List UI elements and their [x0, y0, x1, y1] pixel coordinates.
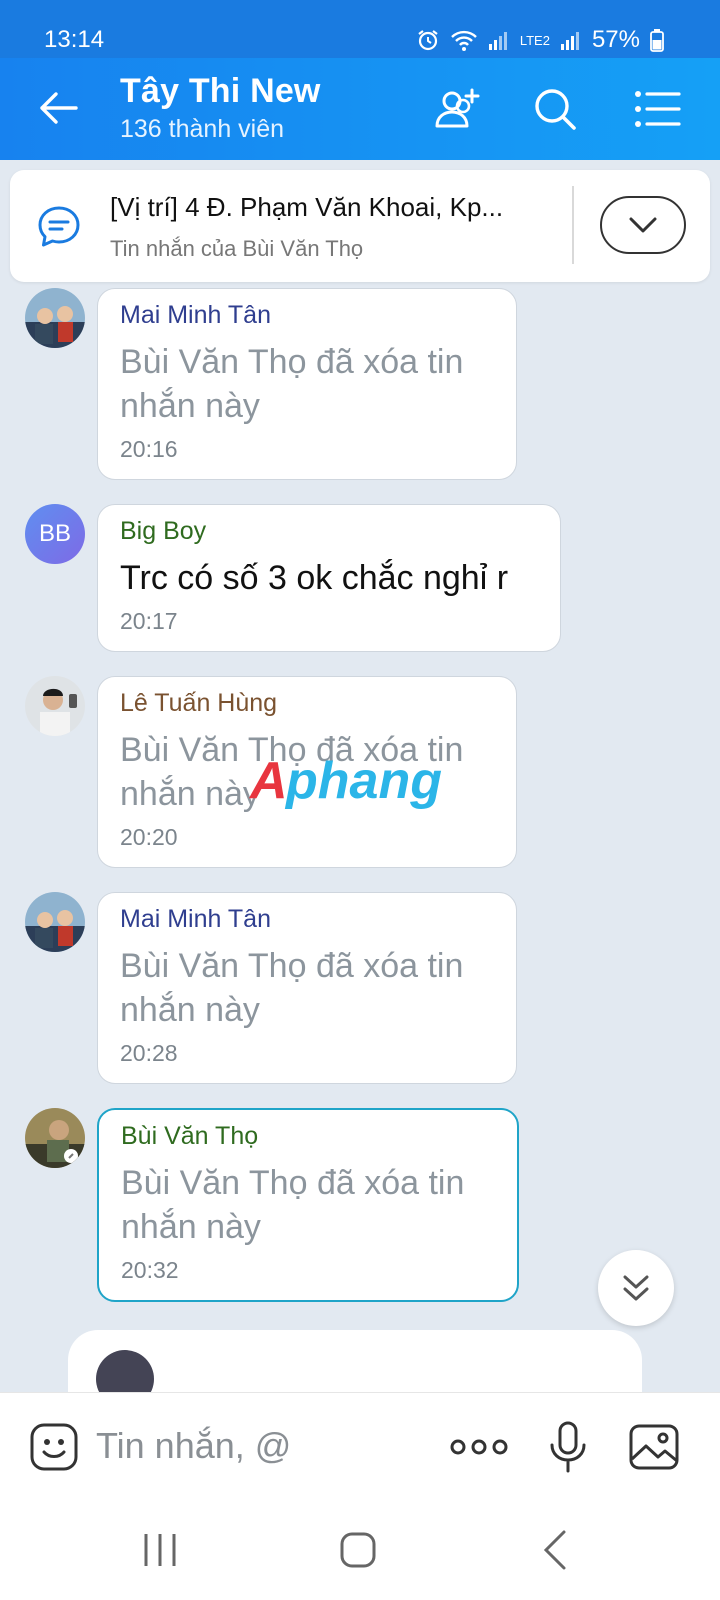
avatar-photo — [25, 288, 85, 348]
sender-name[interactable]: Mai Minh Tân — [120, 301, 496, 330]
double-chevron-down-icon — [623, 1275, 649, 1301]
sender-name[interactable]: Lê Tuấn Hùng — [120, 689, 496, 718]
search-icon[interactable] — [530, 84, 580, 134]
wifi-icon — [450, 30, 477, 51]
message-text: Trc có số 3 ok chắc nghỉ r — [120, 559, 509, 597]
avatar[interactable]: BB — [25, 504, 85, 564]
signal-icon — [488, 32, 507, 50]
add-member-icon[interactable] — [432, 84, 482, 134]
chevron-down-icon — [629, 217, 657, 233]
status-bar: 13:14 LTE2 57% — [0, 0, 720, 58]
sticker-emoji-icon[interactable] — [28, 1421, 80, 1473]
avatar[interactable] — [25, 1108, 85, 1168]
avatar-photo — [25, 1108, 85, 1168]
system-nav-bar — [0, 1498, 720, 1600]
message-time: 20:20 — [120, 824, 178, 850]
chat-bubble-icon — [38, 206, 80, 247]
group-title[interactable]: Tây Thi New — [120, 72, 321, 111]
home-icon[interactable] — [336, 1528, 380, 1572]
battery-percent: 57% — [591, 26, 640, 53]
member-count[interactable]: 136 thành viên — [120, 115, 284, 144]
pinned-title: [Vị trí] 4 Đ. Phạm Văn Khoai, Kp... — [110, 192, 504, 222]
avatar[interactable] — [25, 892, 85, 952]
message-time: 20:32 — [121, 1257, 179, 1283]
avatar-photo — [25, 676, 85, 736]
svg-text:phang: phang — [284, 752, 442, 810]
sender-name[interactable]: Mai Minh Tân — [120, 905, 496, 934]
watermark-logo: A phang — [248, 752, 442, 810]
message-time: 20:16 — [120, 436, 178, 462]
more-options-icon[interactable] — [450, 1421, 508, 1473]
pinned-message[interactable]: [Vị trí] 4 Đ. Phạm Văn Khoai, Kp... Tin … — [10, 170, 710, 282]
message-composer — [0, 1392, 720, 1498]
message-time: 20:17 — [120, 608, 178, 634]
back-arrow-icon[interactable] — [36, 86, 80, 130]
message-bubble[interactable]: Mai Minh Tân Bùi Văn Thọ đã xóa tin nhắn… — [97, 288, 517, 480]
avatar-photo — [25, 892, 85, 952]
avatar[interactable] — [25, 288, 85, 348]
svg-text:A: A — [248, 752, 288, 810]
message-time: 20:28 — [120, 1040, 178, 1066]
message-bubble[interactable]: Big Boy Trc có số 3 ok chắc nghỉ r 20:17 — [97, 504, 561, 652]
expand-pinned-button[interactable] — [600, 196, 686, 254]
message-text: Bùi Văn Thọ đã xóa tin nhắn này — [120, 947, 464, 1029]
menu-list-icon[interactable] — [632, 84, 682, 134]
message-text: Bùi Văn Thọ đã xóa tin nhắn này — [120, 343, 464, 425]
scroll-to-bottom-button[interactable] — [598, 1250, 674, 1326]
sender-name[interactable]: Big Boy — [120, 517, 540, 546]
message-text: Bùi Văn Thọ đã xóa tin nhắn này — [121, 1164, 465, 1246]
pinned-subtitle: Tin nhắn của Bùi Văn Thọ — [110, 236, 364, 261]
sender-name[interactable]: Bùi Văn Thọ — [121, 1122, 497, 1151]
status-icons: LTE2 57% — [416, 26, 664, 54]
signal-2-icon — [560, 32, 579, 50]
avatar[interactable] — [25, 676, 85, 736]
message-bubble[interactable]: Mai Minh Tân Bùi Văn Thọ đã xóa tin nhắn… — [97, 892, 517, 1084]
message-bubble-partial[interactable] — [68, 1330, 642, 1400]
status-time: 13:14 — [44, 26, 105, 53]
pinned-divider — [572, 186, 574, 264]
alarm-icon — [418, 30, 438, 51]
message-input[interactable] — [96, 1417, 426, 1475]
chat-header: Tây Thi New 136 thành viên — [0, 58, 720, 160]
network-label: LTE2 — [519, 32, 550, 48]
message-bubble[interactable]: Bùi Văn Thọ Bùi Văn Thọ đã xóa tin nhắn … — [97, 1108, 519, 1302]
recent-apps-icon[interactable] — [138, 1528, 182, 1572]
image-gallery-icon[interactable] — [628, 1421, 680, 1473]
battery-icon — [650, 29, 664, 52]
microphone-icon[interactable] — [546, 1421, 590, 1473]
back-nav-icon[interactable] — [534, 1528, 578, 1572]
